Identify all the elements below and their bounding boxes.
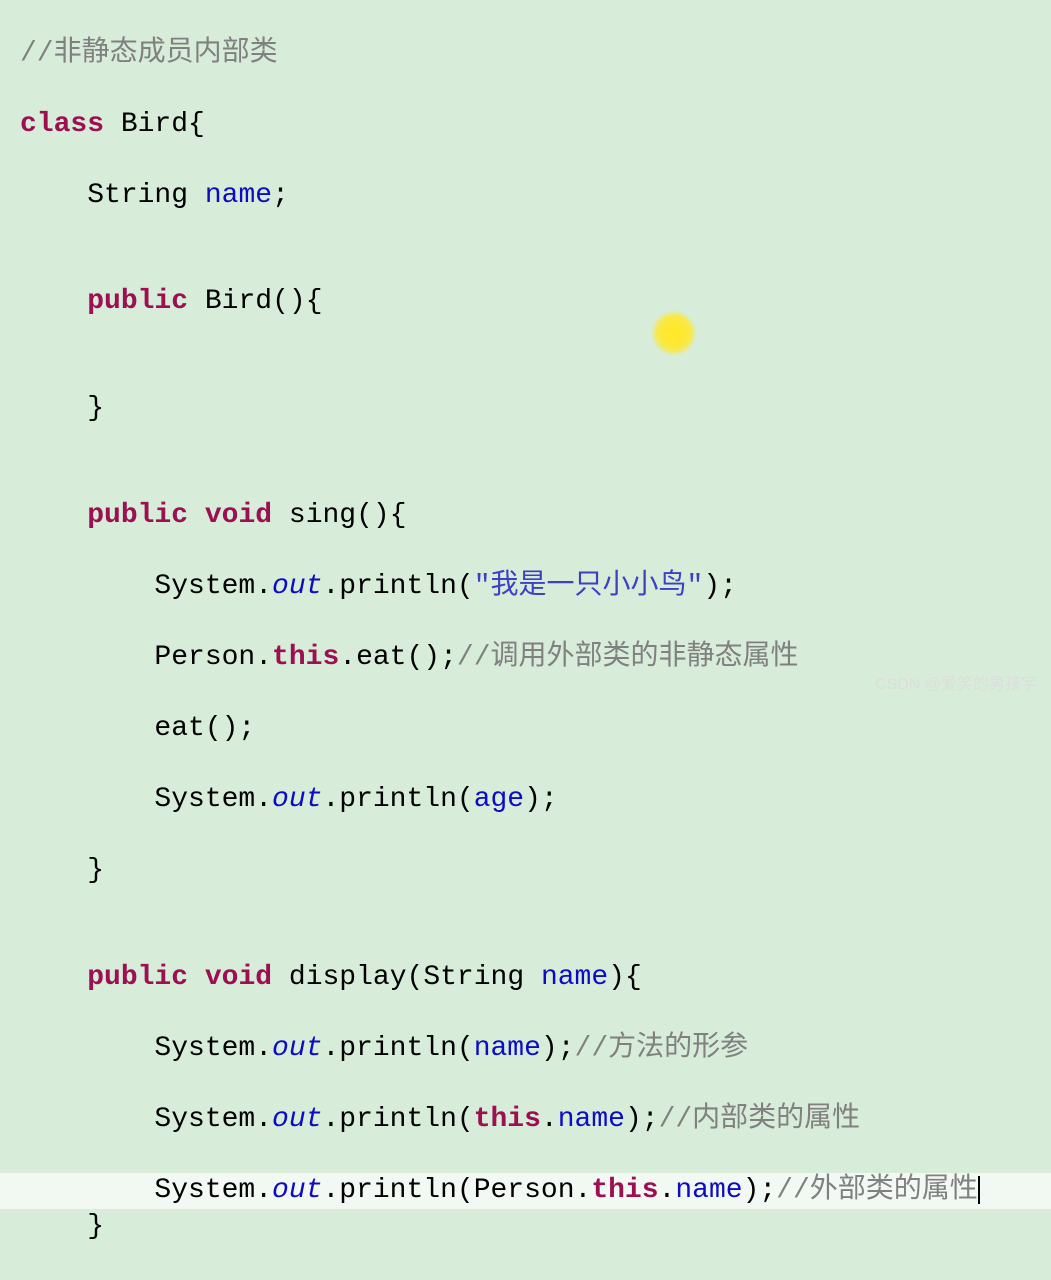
code-line: //非静态成员内部类 xyxy=(0,36,1051,72)
keyword-void: void xyxy=(205,962,272,993)
keyword-public: public xyxy=(87,500,188,531)
keyword-this: this xyxy=(474,1104,541,1135)
field-out: out xyxy=(272,784,322,815)
watermark: CSDN @爱笑的男孩字 xyxy=(875,675,1037,695)
class-name: Bird xyxy=(121,109,188,140)
code-line: public void sing(){ xyxy=(0,498,1051,534)
code-line: } xyxy=(0,391,1051,427)
keyword-this: this xyxy=(272,642,339,673)
code-line: public void display(String name){ xyxy=(0,960,1051,996)
code-line: System.out.println(age); xyxy=(0,782,1051,818)
keyword-this: this xyxy=(591,1175,658,1206)
keyword-class: class xyxy=(20,109,104,140)
code-line-active: System.out.println(Person.this.name);//外… xyxy=(0,1173,1051,1209)
field-age: age xyxy=(474,784,524,815)
comment: //非静态成员内部类 xyxy=(20,38,278,69)
keyword-public: public xyxy=(87,286,188,317)
comment: //外部类的属性 xyxy=(776,1175,978,1206)
code-line: System.out.println("我是一只小小鸟"); xyxy=(0,569,1051,605)
code-editor[interactable]: //非静态成员内部类 class Bird{ String name; publ… xyxy=(0,0,1051,1280)
constructor: Bird() xyxy=(205,286,306,317)
text-cursor xyxy=(978,1176,980,1204)
var-name: name xyxy=(474,1033,541,1064)
code-line: public Bird(){ xyxy=(0,284,1051,320)
code-line: } xyxy=(0,1209,1051,1245)
comment: //方法的形参 xyxy=(575,1033,749,1064)
comment: //调用外部类的非静态属性 xyxy=(457,642,799,673)
code-line: eat(); xyxy=(0,711,1051,747)
field-name: name xyxy=(675,1175,742,1206)
field-name: name xyxy=(205,180,272,211)
code-line: class Bird{ xyxy=(0,107,1051,143)
field-out: out xyxy=(272,571,322,602)
field-out: out xyxy=(272,1033,322,1064)
code-line: String name; xyxy=(0,178,1051,214)
field-name: name xyxy=(558,1104,625,1135)
code-line: System.out.println(name);//方法的形参 xyxy=(0,1031,1051,1067)
string-literal: "我是一只小小鸟" xyxy=(474,571,704,602)
keyword-public: public xyxy=(87,962,188,993)
code-line: System.out.println(this.name);//内部类的属性 xyxy=(0,1102,1051,1138)
comment: //内部类的属性 xyxy=(659,1104,861,1135)
code-line: Person.this.eat();//调用外部类的非静态属性 xyxy=(0,640,1051,676)
method-call: eat(); xyxy=(154,713,255,744)
type-string: String xyxy=(87,180,188,211)
method-display: display(String xyxy=(289,962,524,993)
field-out: out xyxy=(272,1104,322,1135)
code-line: } xyxy=(0,853,1051,889)
keyword-void: void xyxy=(205,500,272,531)
method-sing: sing() xyxy=(289,500,390,531)
field-out: out xyxy=(272,1175,322,1206)
param-name: name xyxy=(541,962,608,993)
